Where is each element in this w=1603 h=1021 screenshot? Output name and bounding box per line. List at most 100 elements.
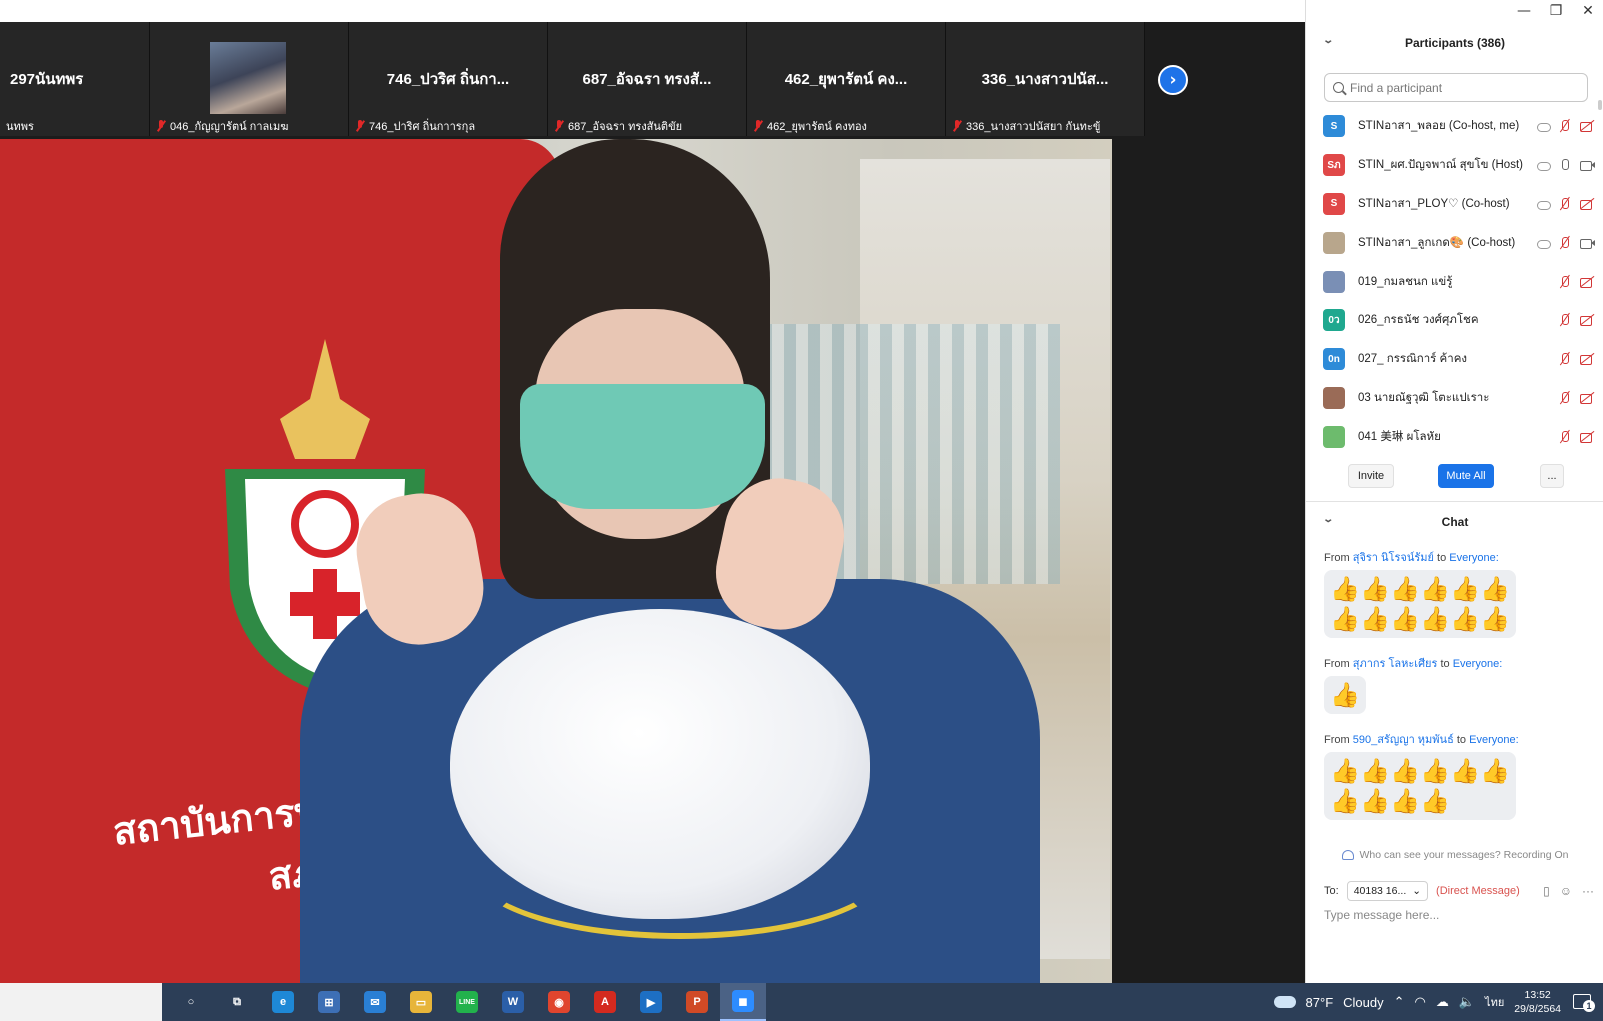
mic-icon[interactable]	[1558, 158, 1572, 172]
participant-thumbnail[interactable]: 746_ปวริศ ถิ่นกา... 746_ปาริศ ถิ่นกาารกุล	[349, 22, 548, 136]
taskbar-search-area[interactable]	[0, 983, 162, 1021]
participant-row[interactable]: 041 美琳 ผโลหัย	[1306, 417, 1603, 456]
mic-muted-icon[interactable]	[1558, 391, 1572, 405]
weather-temp[interactable]: 87°F	[1306, 995, 1334, 1010]
mic-muted-icon[interactable]	[1558, 430, 1572, 444]
camera-off-icon[interactable]	[1580, 313, 1594, 327]
scrollbar[interactable]	[1598, 100, 1602, 110]
clock[interactable]: 13:52 29/8/2564	[1514, 988, 1561, 1016]
camera-icon[interactable]	[1580, 158, 1595, 172]
participant-row[interactable]: STINอาสา_ลูกเกด🎨 (Co-host)	[1306, 223, 1603, 262]
wifi-icon[interactable]: ◠	[1415, 994, 1426, 1010]
thumbs-up-icon: 👍	[1330, 575, 1360, 603]
camera-off-icon[interactable]	[1580, 119, 1594, 133]
onedrive-icon[interactable]: ☁	[1436, 994, 1449, 1010]
taskbar-acrobat[interactable]: A	[582, 983, 628, 1021]
participant-row[interactable]: S STINอาสา_PLOY♡ (Co-host)	[1306, 185, 1603, 224]
mic-muted-icon[interactable]	[1558, 352, 1572, 366]
next-page-button[interactable]: ›	[1158, 65, 1188, 95]
side-panel: — ❐ ✕ ⌄ Participants (386) S STINอาสา_พลอ…	[1305, 0, 1603, 983]
sender-name[interactable]: 590_สรัญญา หุมพันธ์	[1353, 734, 1454, 746]
mic-muted-icon	[355, 120, 365, 132]
minimize-icon[interactable]: —	[1517, 3, 1531, 19]
participant-thumbnail[interactable]: 462_ยุพารัตน์ คง... 462_ยุพารัตน์ คงทอง	[747, 22, 946, 136]
zoom-meeting-window: 297นันทพร นทพร 046_กัญญารัตน์ กาลเมฆ 746_ปว…	[0, 0, 1603, 1021]
search-input[interactable]	[1350, 80, 1570, 95]
emoji-icon[interactable]: ☺	[1560, 884, 1572, 898]
participant-thumbnail[interactable]: 046_กัญญารัตน์ กาลเมฆ	[150, 22, 349, 136]
taskbar-file-explorer[interactable]: ▭	[398, 983, 444, 1021]
weather-text[interactable]: Cloudy	[1343, 995, 1383, 1010]
participant-search[interactable]	[1324, 73, 1588, 102]
thumbs-up-icon: 👍	[1420, 787, 1450, 815]
participant-status-icons	[1558, 262, 1594, 301]
message-bubble[interactable]: 👍	[1324, 676, 1366, 714]
participant-thumbnail[interactable]: 297นันทพร นทพร	[0, 22, 150, 136]
message-header: From สุภากร โลหะเศียร to Everyone:	[1324, 658, 1503, 670]
recipient-select[interactable]: 40183 16... ⌄	[1346, 881, 1429, 901]
camera-off-icon[interactable]	[1580, 391, 1594, 405]
cloud-recording-icon	[1536, 236, 1551, 250]
recipient-name[interactable]: Everyone:	[1449, 552, 1499, 564]
mic-muted-icon[interactable]	[1558, 119, 1572, 133]
taskbar-media-player[interactable]: ▶	[628, 983, 674, 1021]
more-options-icon[interactable]: ···	[1582, 884, 1594, 898]
zoom-icon: ◼	[732, 990, 754, 1012]
participant-row[interactable]: 03 นายณัฐวุฒิ โตะแปเราะ	[1306, 379, 1603, 418]
message-bubble[interactable]: 👍 👍 👍 👍 👍 👍 👍 👍 👍 👍 👍 👍	[1324, 570, 1516, 638]
mic-muted-icon[interactable]	[1558, 236, 1572, 250]
show-hidden-icon[interactable]: ⌃	[1394, 994, 1405, 1010]
taskbar-chrome[interactable]: ◉	[536, 983, 582, 1021]
message-bubble[interactable]: 👍 👍 👍 👍 👍 👍 👍 👍 👍 👍	[1324, 752, 1516, 820]
thumbs-up-icon: 👍	[1360, 605, 1390, 633]
file-icon[interactable]: ▯	[1543, 884, 1550, 898]
more-button[interactable]: ...	[1540, 464, 1564, 488]
taskbar-word[interactable]: W	[490, 983, 536, 1021]
invite-button[interactable]: Invite	[1348, 464, 1394, 488]
participant-row[interactable]: 0n 027_ กรรณิการ์ ค้าคง	[1306, 340, 1603, 379]
mute-all-button[interactable]: Mute All	[1438, 464, 1494, 488]
recipient-name[interactable]: Everyone:	[1469, 734, 1519, 746]
taskbar-mail[interactable]: ✉	[352, 983, 398, 1021]
mail-icon: ✉	[364, 991, 386, 1013]
recipient-name[interactable]: Everyone:	[1453, 658, 1503, 670]
sender-name[interactable]: สุภากร โลหะเศียร	[1353, 658, 1438, 670]
mic-muted-icon[interactable]	[1558, 197, 1572, 211]
chat-title: Chat	[1441, 515, 1469, 529]
privacy-note[interactable]: Who can see your messages? Recording On	[1306, 849, 1603, 861]
participant-row[interactable]: S STINอาสา_พลอย (Co-host, me)	[1306, 107, 1603, 146]
taskbar-edge[interactable]: e	[260, 983, 306, 1021]
language-indicator[interactable]: ไทย	[1485, 993, 1504, 1011]
restore-icon[interactable]: ❐	[1549, 3, 1563, 19]
close-icon[interactable]: ✕	[1581, 3, 1595, 19]
volume-icon[interactable]: 🔈	[1459, 994, 1475, 1010]
camera-off-icon[interactable]	[1580, 352, 1594, 366]
participant-status-icons	[1558, 379, 1594, 418]
participant-thumbnail[interactable]: 336_นางสาวปนัส... 336_นางสาวปนัสยา กันทะข…	[946, 22, 1145, 136]
chevron-down-icon[interactable]: ⌄	[1322, 35, 1334, 46]
participant-status-icons	[1558, 340, 1594, 379]
participant-row[interactable]: 019_กมลชนก แข่รู้	[1306, 262, 1603, 301]
chat-input[interactable]	[1324, 908, 1588, 968]
taskbar-store[interactable]: ⊞	[306, 983, 352, 1021]
mic-muted-icon[interactable]	[1558, 275, 1572, 289]
active-speaker-video: สถาบันการพย สภ	[0, 139, 1112, 983]
mic-muted-icon[interactable]	[1558, 313, 1572, 327]
camera-off-icon[interactable]	[1580, 275, 1594, 289]
taskbar-zoom[interactable]: ◼	[720, 983, 766, 1021]
notification-icon[interactable]: 1	[1571, 992, 1595, 1012]
camera-off-icon[interactable]	[1580, 430, 1594, 444]
chevron-down-icon[interactable]: ⌄	[1322, 514, 1334, 525]
taskbar-line[interactable]: LINE	[444, 983, 490, 1021]
camera-off-icon[interactable]	[1580, 197, 1594, 211]
participant-row[interactable]: Sภ STIN_ผศ.ปัญจพาณ์ สุขโข (Host)	[1306, 146, 1603, 185]
thumbs-up-icon: 👍	[1360, 787, 1390, 815]
taskbar-powerpoint[interactable]: P	[674, 983, 720, 1021]
camera-icon[interactable]	[1580, 236, 1595, 250]
participant-row[interactable]: 0ว 026_กรธนัช วงศ์ศุภโชค	[1306, 301, 1603, 340]
sender-name[interactable]: สุจิรา นิโรจน์รัมย์	[1353, 552, 1434, 564]
participant-thumbnail[interactable]: 687_อัจฉรา ทรงสั... 687_อัจฉรา ทรงสันติขั…	[548, 22, 747, 136]
taskbar-task-view[interactable]: ⧉	[214, 983, 260, 1021]
powerpoint-icon: P	[686, 991, 708, 1013]
taskbar-cortana[interactable]: ○	[168, 983, 214, 1021]
